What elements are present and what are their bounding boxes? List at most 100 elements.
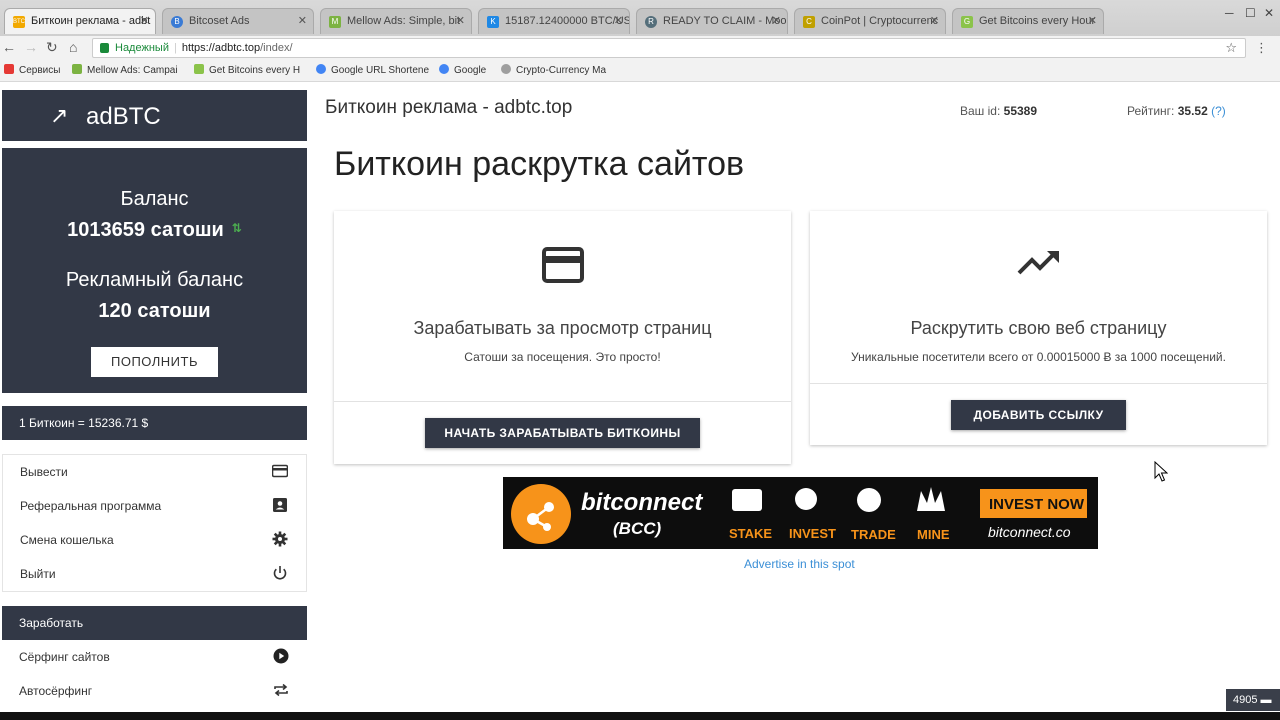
banner-item-trade: TRADE	[851, 527, 896, 542]
ad-balance-value: 120 сатоши	[98, 300, 211, 322]
reload-icon[interactable]: ↻	[46, 39, 58, 56]
tab-ready-to-claim[interactable]: R READY TO CLAIM - Moo ✕	[636, 8, 788, 34]
bookmark-star-icon[interactable]: ☆	[1225, 40, 1237, 56]
trade-icon	[857, 488, 881, 512]
tab-bitcoset[interactable]: B Bitcoset Ads ✕	[162, 8, 314, 34]
swap-arrows-icon: ⇅	[231, 221, 242, 235]
bookmark-google-url-shortener[interactable]: Google URL Shortene	[316, 64, 429, 76]
menu-item-withdraw[interactable]: Вывести	[3, 455, 306, 489]
chat-icon: ▬	[1260, 694, 1272, 706]
earn-card-title: Зарабатывать за просмотр страниц	[413, 318, 712, 338]
bookmark-services[interactable]: Сервисы	[4, 64, 60, 76]
menu-item-label: Реферальная программа	[20, 499, 162, 513]
chat-counter[interactable]: 4905 ▬	[1226, 689, 1280, 711]
add-link-button[interactable]: ДОБАВИТЬ ССЫЛКУ	[951, 400, 1126, 430]
advertise-link[interactable]: Advertise in this spot	[744, 557, 855, 571]
promote-card-title: Раскрутить свою веб страницу	[910, 318, 1167, 338]
browser-menu-icon[interactable]: ⋮	[1255, 40, 1268, 56]
banner-brand: bitconnect	[581, 489, 703, 516]
banner-item-invest: INVEST	[789, 526, 836, 541]
tab-favicon-icon: G	[961, 16, 973, 28]
window-close-icon[interactable]: ✕	[1264, 6, 1274, 20]
card-divider	[810, 383, 1267, 384]
menu-item-autosurfing[interactable]: Автосёрфинг	[2, 674, 307, 708]
banner-cta: INVEST NOW	[989, 496, 1085, 513]
bookmark-google[interactable]: Google	[439, 64, 486, 76]
menu-item-site-surfing[interactable]: Сёрфинг сайтов	[2, 640, 307, 674]
trending-up-icon	[1017, 251, 1059, 275]
tab-label: CoinPot | Cryptocurrenc	[821, 15, 939, 27]
page-heading: Биткоин раскрутка сайтов	[334, 145, 745, 183]
tab-favicon-icon: BTC	[13, 16, 25, 28]
user-rating: Рейтинг: 35.52 (?)	[1127, 104, 1226, 118]
bookmarks-bar: Сервисы Mellow Ads: Campai Get Bitcoins …	[0, 60, 1280, 82]
menu-item-change-wallet[interactable]: Смена кошелька	[3, 523, 306, 557]
earn-menu: Сёрфинг сайтов Автосёрфинг	[2, 640, 307, 720]
bookmark-favicon-icon	[194, 64, 204, 74]
secure-label: Надежный	[115, 42, 169, 54]
menu-item-logout[interactable]: Выйти	[3, 557, 306, 591]
tab-adbtc[interactable]: BTC Биткоин реклама - adbt ✕	[4, 8, 156, 34]
bookmark-favicon-icon	[72, 64, 82, 74]
tab-favicon-icon: K	[487, 16, 499, 28]
contact-card-icon	[273, 498, 287, 512]
menu-item-referral[interactable]: Реферальная программа	[3, 489, 306, 523]
earn-section-header: Заработать	[2, 606, 307, 640]
start-earning-button[interactable]: НАЧАТЬ ЗАРАБАТЫВАТЬ БИТКОИНЫ	[425, 418, 700, 448]
topup-button[interactable]: ПОПОЛНИТЬ	[91, 347, 218, 377]
logo-text: adBTC	[86, 103, 161, 130]
google-icon	[439, 64, 449, 74]
menu-item-label: Сёрфинг сайтов	[19, 650, 110, 664]
tab-favicon-icon: R	[645, 16, 657, 28]
address-bar-row: ← → ↻ ⌂ Надежный | https://adbtc.top/index…	[0, 36, 1280, 60]
google-icon	[316, 64, 326, 74]
card-icon	[272, 464, 288, 478]
banner-site: bitconnect.co	[988, 524, 1071, 540]
play-circle-icon	[273, 648, 289, 664]
tab-close-icon[interactable]: ✕	[614, 14, 623, 27]
invest-icon	[795, 488, 817, 510]
earn-card: Зарабатывать за просмотр страниц Сатоши …	[334, 211, 791, 464]
tab-label: READY TO CLAIM - Moo	[663, 15, 787, 27]
tab-label: Биткоин реклама - adbt	[31, 15, 151, 27]
menu-item-label: Смена кошелька	[20, 533, 114, 547]
menu-item-label: Автосёрфинг	[19, 684, 93, 698]
card-divider	[334, 401, 791, 402]
balance-panel: Баланс 1013659 сатоши ⇅ Рекламный баланс …	[2, 148, 307, 393]
tab-favicon-icon: B	[171, 16, 183, 28]
tab-close-icon[interactable]: ✕	[1088, 14, 1097, 27]
logo-bar[interactable]: ↗ adBTC	[2, 90, 307, 141]
arrow-up-right-icon: ↗	[50, 103, 69, 128]
home-icon[interactable]: ⌂	[69, 39, 77, 55]
forward-icon[interactable]: →	[24, 39, 38, 55]
user-id: Ваш id: 55389	[960, 104, 1038, 118]
tab-label: 15187.12400000 BTC/US	[505, 15, 630, 27]
promote-card: Раскрутить свою веб страницу Уникальные …	[810, 211, 1267, 445]
tab-coinpot[interactable]: C CoinPot | Cryptocurrenc ✕	[794, 8, 946, 34]
bookmark-mellow-ads[interactable]: Mellow Ads: Campai	[72, 64, 178, 76]
tab-close-icon[interactable]: ✕	[140, 14, 149, 27]
tab-close-icon[interactable]: ✕	[772, 14, 781, 27]
tab-mellow-ads[interactable]: M Mellow Ads: Simple, bit ✕	[320, 8, 472, 34]
tab-close-icon[interactable]: ✕	[298, 14, 307, 27]
url-input[interactable]: Надежный | https://adbtc.top/index/ ☆	[92, 38, 1246, 58]
mouse-cursor-icon	[1154, 461, 1168, 482]
bookmark-get-bitcoins[interactable]: Get Bitcoins every H	[194, 64, 300, 76]
banner-ticker: (BCC)	[613, 519, 661, 538]
bitconnect-banner-ad[interactable]: bitconnect (BCC) STAKE INVEST TRADE MINE…	[503, 477, 1098, 549]
tab-close-icon[interactable]: ✕	[930, 14, 939, 27]
page-title: Биткоин реклама - adbtc.top	[325, 97, 573, 118]
tab-get-bitcoins[interactable]: G Get Bitcoins every Hour ✕	[952, 8, 1104, 34]
tab-close-icon[interactable]: ✕	[456, 14, 465, 27]
bookmark-crypto-currency[interactable]: Crypto-Currency Ma	[501, 64, 606, 76]
url-path: /index/	[260, 42, 293, 54]
rating-help-link[interactable]: (?)	[1211, 104, 1226, 118]
ad-balance-label: Рекламный баланс	[65, 269, 244, 291]
back-icon[interactable]: ←	[2, 39, 16, 55]
banner-item-stake: STAKE	[729, 526, 772, 541]
maximize-icon[interactable]: ☐	[1245, 6, 1256, 20]
btc-rate: 1 Биткоин = 15236.71 $	[2, 406, 307, 440]
mine-icon	[917, 487, 945, 511]
tab-btc-usd[interactable]: K 15187.12400000 BTC/US ✕	[478, 8, 630, 34]
minimize-icon[interactable]: ─	[1225, 6, 1234, 20]
